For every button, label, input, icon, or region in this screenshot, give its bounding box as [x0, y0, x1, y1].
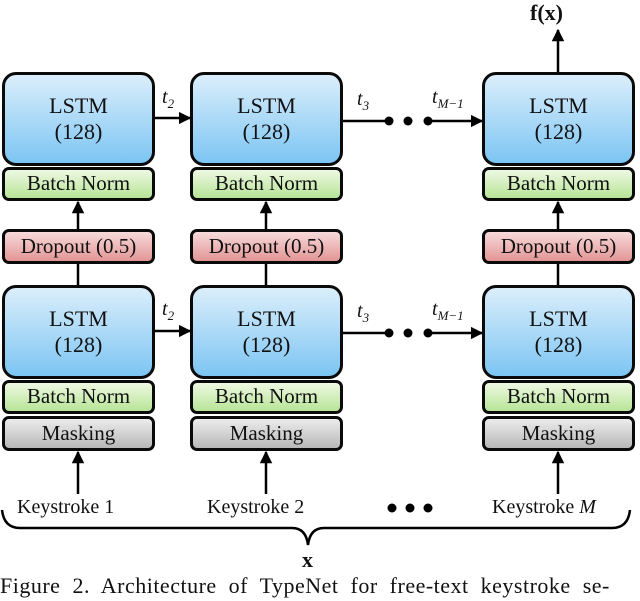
- output-label: f(x): [530, 0, 563, 25]
- batch-norm-upper-3: Batch Norm: [482, 167, 635, 201]
- time-sub: 2: [167, 96, 175, 111]
- time-label-t3-lower: t3: [357, 300, 369, 326]
- time-sub: M−1: [437, 308, 464, 323]
- lstm-units: (128): [242, 332, 291, 357]
- batch-norm-upper-1: Batch Norm: [2, 167, 155, 201]
- time-sub: 2: [167, 308, 175, 323]
- lstm-title: LSTM: [237, 305, 296, 331]
- input-label-3: Keystroke M: [492, 496, 596, 519]
- lstm-title: LSTM: [49, 305, 108, 331]
- time-label-tM1-lower: tM−1: [432, 298, 464, 324]
- lstm-units: (128): [54, 119, 103, 144]
- masking-2: Masking: [190, 416, 343, 451]
- ellipsis-upper: [384, 116, 433, 126]
- dropout-2: Dropout (0.5): [190, 229, 343, 264]
- batch-norm-upper-2: Batch Norm: [190, 167, 343, 201]
- lstm-units: (128): [534, 119, 583, 144]
- time-label-t2-lower: t2: [162, 298, 174, 324]
- masking-1: Masking: [2, 416, 155, 451]
- lstm-title: LSTM: [529, 305, 588, 331]
- input-label-2: Keystroke 2: [207, 496, 305, 518]
- lstm-units: (128): [54, 332, 103, 357]
- time-label-tM1-upper: tM−1: [432, 86, 464, 112]
- lstm-lower-1: LSTM (128): [2, 285, 155, 379]
- lstm-title: LSTM: [49, 92, 108, 118]
- input-label-x: x: [302, 547, 313, 572]
- lstm-upper-1: LSTM (128): [2, 72, 155, 166]
- input-label-1: Keystroke 1: [17, 496, 115, 518]
- dropout-1: Dropout (0.5): [2, 229, 155, 264]
- masking-3: Masking: [482, 416, 635, 451]
- batch-norm-lower-3: Batch Norm: [482, 380, 635, 414]
- dropout-3: Dropout (0.5): [482, 229, 635, 264]
- lstm-units: (128): [534, 332, 583, 357]
- figure-caption: Figure 2. Architecture of TypeNet for fr…: [0, 573, 610, 598]
- time-sub: M−1: [437, 96, 464, 111]
- lstm-title: LSTM: [237, 92, 296, 118]
- time-sub: 3: [362, 98, 370, 113]
- ellipsis-inputs: [387, 503, 433, 513]
- input-label-var: M: [579, 496, 596, 518]
- lstm-units: (128): [242, 119, 291, 144]
- lstm-upper-3: LSTM (128): [482, 72, 635, 166]
- time-label-t3-upper: t3: [357, 88, 369, 114]
- lstm-upper-2: LSTM (128): [190, 72, 343, 166]
- lstm-lower-2: LSTM (128): [190, 285, 343, 379]
- time-label-t2-upper: t2: [162, 86, 174, 112]
- lstm-lower-3: LSTM (128): [482, 285, 635, 379]
- input-label-text: Keystroke: [492, 496, 575, 518]
- ellipsis-lower: [384, 328, 433, 338]
- time-sub: 3: [362, 310, 370, 325]
- lstm-title: LSTM: [529, 92, 588, 118]
- batch-norm-lower-2: Batch Norm: [190, 380, 343, 414]
- batch-norm-lower-1: Batch Norm: [2, 380, 155, 414]
